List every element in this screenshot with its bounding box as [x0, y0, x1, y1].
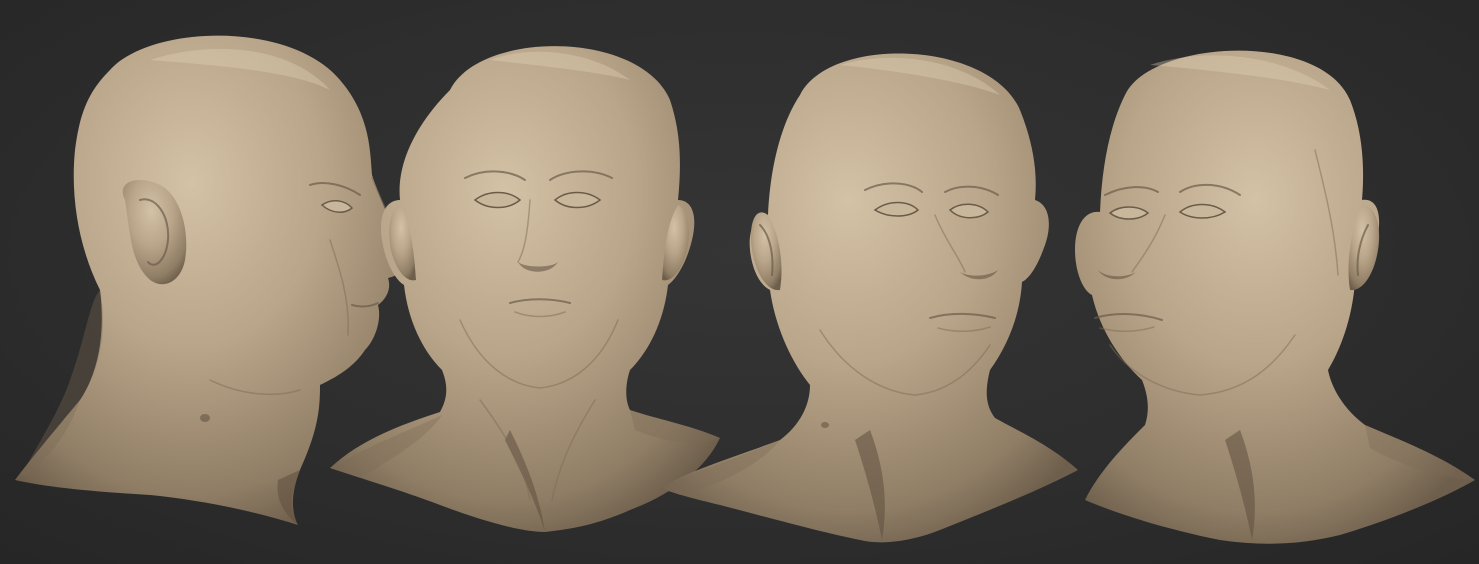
bust-three-quarter-left-shape	[1075, 50, 1475, 544]
render-viewport	[0, 0, 1479, 564]
bust-three-quarter-left-view	[1070, 0, 1479, 564]
bust-three-quarter-right-shape	[660, 53, 1078, 543]
bust-three-quarter-right-view	[660, 0, 1080, 564]
